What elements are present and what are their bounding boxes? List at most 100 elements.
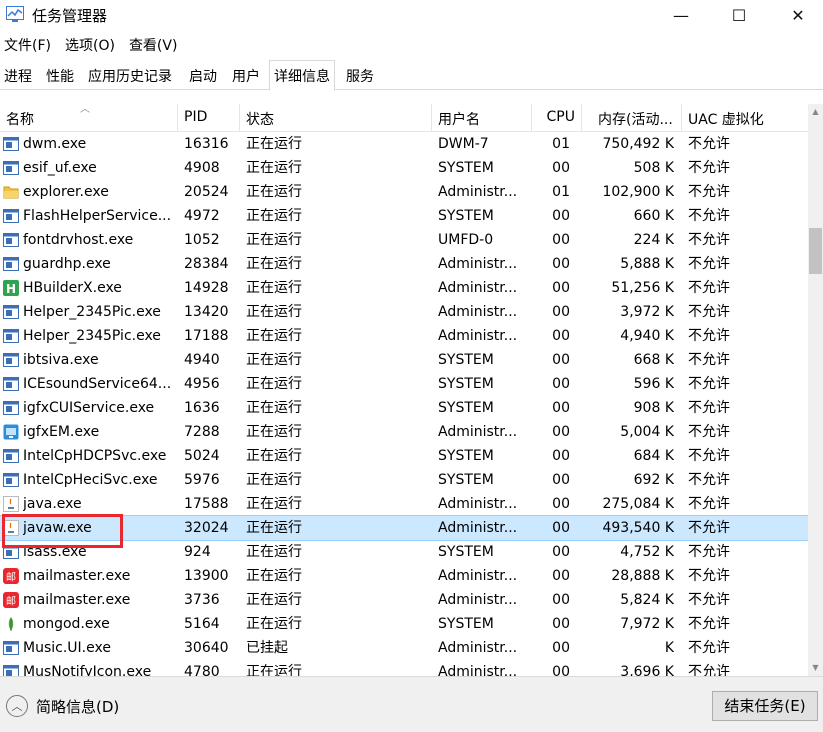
table-row[interactable]: 邮 mailmaster.exe 13900 正在运行 Administr... 00 28… bbox=[0, 564, 808, 588]
cell-uac: 不允许 bbox=[688, 616, 730, 632]
cell-pid: 4940 bbox=[184, 352, 220, 368]
cell-user: Administr... bbox=[438, 592, 518, 608]
cell-status: 正在运行 bbox=[246, 568, 302, 584]
scroll-down-icon[interactable]: ▼ bbox=[808, 660, 823, 676]
window-app-icon bbox=[3, 136, 19, 152]
cell-cpu: 00 bbox=[552, 256, 570, 272]
column-header-status[interactable]: 状态 bbox=[240, 104, 432, 132]
vertical-scrollbar[interactable]: ▲ ▼ bbox=[808, 104, 823, 676]
cell-cpu: 00 bbox=[552, 568, 570, 584]
cell-status: 正在运行 bbox=[246, 256, 302, 272]
cell-uac: 不允许 bbox=[688, 280, 730, 296]
minimize-button[interactable]: — bbox=[658, 0, 704, 30]
cell-name: Helper_2345Pic.exe bbox=[23, 328, 161, 344]
fewer-details-label: 简略信息(D) bbox=[36, 697, 120, 716]
menu-file[interactable]: 文件(F) bbox=[0, 32, 55, 58]
close-button[interactable]: ✕ bbox=[775, 0, 821, 30]
table-row[interactable]: fontdrvhost.exe 1052 正在运行 UMFD-0 00 224 K 不允许 bbox=[0, 228, 808, 252]
column-header-memory[interactable]: 内存(活动... bbox=[582, 104, 682, 132]
table-row[interactable]: H HBuilderX.exe 14928 正在运行 Administr... 00 51,… bbox=[0, 276, 808, 300]
cell-name: dwm.exe bbox=[23, 136, 87, 152]
window-app-icon bbox=[3, 400, 19, 416]
tab-startup[interactable]: 启动 bbox=[185, 62, 221, 89]
table-row[interactable]: ICEsoundService64... 4956 正在运行 SYSTEM 00 596 … bbox=[0, 372, 808, 396]
cell-pid: 4780 bbox=[184, 664, 220, 676]
table-row[interactable]: guardhp.exe 28384 正在运行 Administr... 00 5,888 … bbox=[0, 252, 808, 276]
process-list: dwm.exe 16316 正在运行 DWM-7 01 750,492 K 不允许 esif_… bbox=[0, 132, 808, 676]
intel-graphics-icon bbox=[3, 424, 19, 440]
cell-uac: 不允许 bbox=[688, 184, 730, 200]
cell-memory: 684 K bbox=[633, 448, 674, 464]
cell-memory: 660 K bbox=[633, 208, 674, 224]
window-app-icon bbox=[3, 664, 19, 676]
cell-memory: 7,972 K bbox=[620, 616, 674, 632]
cell-memory: 692 K bbox=[633, 472, 674, 488]
tab-performance[interactable]: 性能 bbox=[42, 62, 78, 89]
cell-memory: 5,004 K bbox=[620, 424, 674, 440]
table-row[interactable]: IntelCpHDCPSvc.exe 5024 正在运行 SYSTEM 00 684 K 不… bbox=[0, 444, 808, 468]
table-row[interactable]: java.exe 17588 正在运行 Administr... 00 275,084 K… bbox=[0, 492, 808, 516]
column-header-row: 名称 PID 状态 用户名 CPU 内存(活动... UAC 虚拟化 bbox=[0, 104, 808, 132]
cell-user: Administr... bbox=[438, 280, 518, 296]
cell-memory: 4,752 K bbox=[620, 544, 674, 560]
window-app-icon bbox=[3, 472, 19, 488]
table-row[interactable]: igfxEM.exe 7288 正在运行 Administr... 00 5,004 K 不… bbox=[0, 420, 808, 444]
cell-user: SYSTEM bbox=[438, 400, 494, 416]
maximize-button[interactable]: ☐ bbox=[716, 0, 762, 30]
cell-cpu: 00 bbox=[552, 232, 570, 248]
table-row[interactable]: igfxCUIService.exe 1636 正在运行 SYSTEM 00 908 K 不… bbox=[0, 396, 808, 420]
column-header-name[interactable]: 名称 bbox=[0, 104, 178, 132]
menu-view[interactable]: 查看(V) bbox=[125, 32, 182, 58]
cell-cpu: 01 bbox=[552, 136, 570, 152]
cell-pid: 16316 bbox=[184, 136, 229, 152]
cell-status: 正在运行 bbox=[246, 592, 302, 608]
cell-user: SYSTEM bbox=[438, 472, 494, 488]
tab-processes[interactable]: 进程 bbox=[0, 62, 36, 89]
end-task-button[interactable]: 结束任务(E) bbox=[712, 691, 818, 721]
table-row[interactable]: Helper_2345Pic.exe 17188 正在运行 Administr... 0… bbox=[0, 324, 808, 348]
column-header-user[interactable]: 用户名 bbox=[432, 104, 532, 132]
cell-name: IntelCpHDCPSvc.exe bbox=[23, 448, 167, 464]
cell-pid: 3736 bbox=[184, 592, 220, 608]
table-row[interactable]: Helper_2345Pic.exe 13420 正在运行 Administr... 0… bbox=[0, 300, 808, 324]
table-row[interactable]: dwm.exe 16316 正在运行 DWM-7 01 750,492 K 不允许 bbox=[0, 132, 808, 156]
tab-users[interactable]: 用户 bbox=[228, 62, 264, 89]
cell-uac: 不允许 bbox=[688, 640, 730, 656]
highlight-annotation bbox=[2, 514, 123, 548]
cell-pid: 4908 bbox=[184, 160, 220, 176]
cell-cpu: 01 bbox=[552, 184, 570, 200]
cell-user: Administr... bbox=[438, 568, 518, 584]
cell-cpu: 00 bbox=[552, 472, 570, 488]
table-row[interactable]: MusNotifyIcon.exe 4780 正在运行 Administr... 00 3… bbox=[0, 660, 808, 676]
column-header-cpu[interactable]: CPU bbox=[532, 104, 582, 132]
scroll-up-icon[interactable]: ▲ bbox=[808, 104, 823, 120]
table-row[interactable]: explorer.exe 20524 正在运行 Administr... 01 102,9… bbox=[0, 180, 808, 204]
table-row[interactable]: Music.UI.exe 30640 已挂起 Administr... 00 K 不允许 bbox=[0, 636, 808, 660]
cell-cpu: 00 bbox=[552, 544, 570, 560]
table-row[interactable]: mongod.exe 5164 正在运行 SYSTEM 00 7,972 K 不允许 bbox=[0, 612, 808, 636]
cell-pid: 17588 bbox=[184, 496, 229, 512]
tab-app-history[interactable]: 应用历史记录 bbox=[84, 62, 176, 89]
svg-text:H: H bbox=[6, 282, 16, 296]
fewer-details-button[interactable]: ︿ 简略信息(D) bbox=[6, 695, 119, 717]
table-row[interactable]: esif_uf.exe 4908 正在运行 SYSTEM 00 508 K 不允许 bbox=[0, 156, 808, 180]
column-header-pid[interactable]: PID bbox=[178, 104, 240, 132]
tab-details[interactable]: 详细信息 bbox=[269, 60, 335, 91]
cell-cpu: 00 bbox=[552, 280, 570, 296]
cell-cpu: 00 bbox=[552, 424, 570, 440]
table-row[interactable]: 邮 mailmaster.exe 3736 正在运行 Administr... 00 5,8… bbox=[0, 588, 808, 612]
cell-name: mailmaster.exe bbox=[23, 592, 131, 608]
table-row[interactable]: ibtsiva.exe 4940 正在运行 SYSTEM 00 668 K 不允许 bbox=[0, 348, 808, 372]
cell-name: Music.UI.exe bbox=[23, 640, 111, 656]
svg-text:邮: 邮 bbox=[6, 571, 16, 584]
cell-user: SYSTEM bbox=[438, 160, 494, 176]
cell-pid: 5024 bbox=[184, 448, 220, 464]
table-row[interactable]: FlashHelperService... 4972 正在运行 SYSTEM 00 660… bbox=[0, 204, 808, 228]
cell-pid: 5976 bbox=[184, 472, 220, 488]
menu-options[interactable]: 选项(O) bbox=[61, 32, 119, 58]
table-row[interactable]: IntelCpHeciSvc.exe 5976 正在运行 SYSTEM 00 692 K 不… bbox=[0, 468, 808, 492]
scroll-thumb[interactable] bbox=[809, 228, 822, 274]
cell-cpu: 00 bbox=[552, 376, 570, 392]
tab-services[interactable]: 服务 bbox=[342, 62, 378, 89]
column-header-uac[interactable]: UAC 虚拟化 bbox=[682, 104, 808, 132]
